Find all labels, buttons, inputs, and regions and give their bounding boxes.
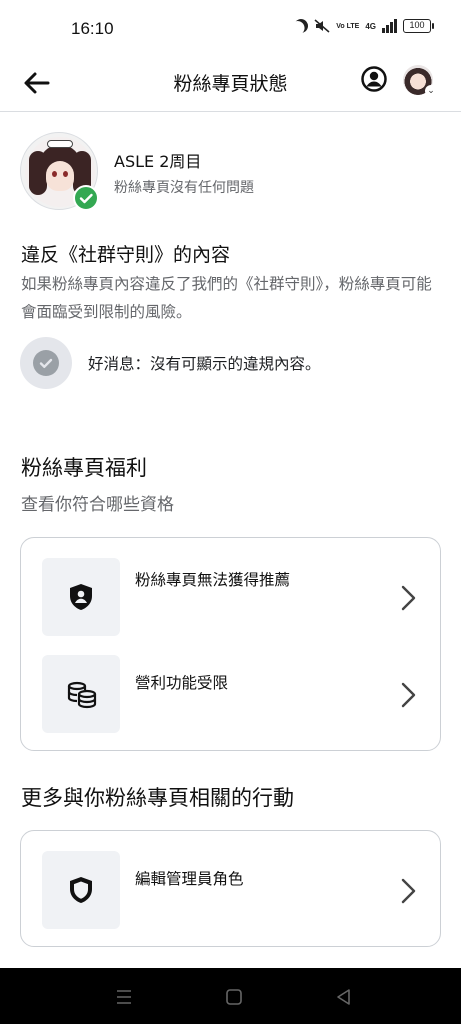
verified-check-icon <box>73 185 99 211</box>
actions-card: 編輯管理員角色 <box>20 830 441 947</box>
benefit-item-recommendation[interactable]: 粉絲專頁無法獲得推薦 <box>21 558 440 636</box>
page-avatar <box>20 132 99 211</box>
chevron-right-icon <box>401 682 416 708</box>
benefit-item-label: 營利功能受限 <box>135 674 229 692</box>
coins-icon <box>42 655 120 733</box>
page-status-text: 粉絲專頁沒有任何問題 <box>114 180 254 196</box>
shield-person-icon <box>42 558 120 636</box>
benefits-heading: 粉絲專頁福利 <box>21 456 147 480</box>
system-navigation-bar <box>0 968 461 1024</box>
action-item-label: 編輯管理員角色 <box>135 870 244 888</box>
home-icon[interactable] <box>223 986 245 1008</box>
signal-icon <box>382 19 397 33</box>
benefits-subheading: 查看你符合哪些資格 <box>21 495 174 515</box>
status-time: 16:10 <box>71 19 114 38</box>
page-switcher-button[interactable]: ⌄ <box>403 65 437 97</box>
benefit-item-monetization[interactable]: 營利功能受限 <box>21 655 440 733</box>
benefit-item-label: 粉絲專頁無法獲得推薦 <box>135 571 291 589</box>
network-type: 4G <box>365 21 376 31</box>
do-not-disturb-icon <box>292 16 311 35</box>
actions-heading: 更多與你粉絲專頁相關的行動 <box>21 786 294 810</box>
page-name: ASLE 2周目 <box>114 152 202 171</box>
profile-icon[interactable] <box>360 65 388 93</box>
shield-icon <box>42 851 120 929</box>
recent-apps-icon[interactable] <box>113 986 135 1008</box>
chevron-right-icon <box>401 585 416 611</box>
top-app-bar: 粉絲專頁狀態 ⌄ <box>0 56 461 112</box>
volte-icon: Vo LTE <box>336 22 360 30</box>
chevron-right-icon <box>401 878 416 904</box>
action-item-edit-admin-roles[interactable]: 編輯管理員角色 <box>21 851 440 929</box>
no-violations-text: 好消息：沒有可顯示的違規內容。 <box>88 355 321 373</box>
battery-icon: 100 <box>403 19 434 33</box>
back-nav-icon[interactable] <box>333 986 355 1008</box>
violations-description: 如果粉絲專頁內容違反了我們的《社群守則》，粉絲專頁可能會面臨受到限制的風險。 <box>21 275 432 321</box>
chevron-down-icon: ⌄ <box>425 85 437 97</box>
check-circle-icon <box>20 337 72 389</box>
violations-heading: 違反《社群守則》的內容 <box>21 244 231 266</box>
mute-icon <box>314 19 330 33</box>
page-title: 粉絲專頁狀態 <box>173 73 288 95</box>
status-icons: Vo LTE 4G 100 <box>292 16 434 35</box>
benefits-card: 粉絲專頁無法獲得推薦 營利功能受限 <box>20 537 441 751</box>
status-bar: 16:10 Vo LTE 4G 100 <box>0 0 461 56</box>
